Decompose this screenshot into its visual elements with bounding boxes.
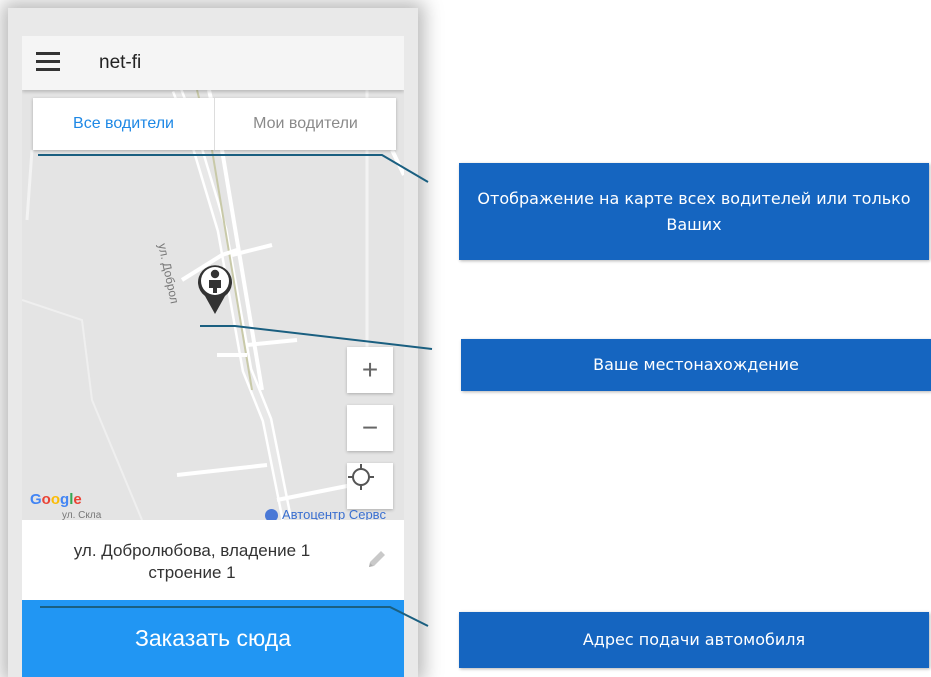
order-here-button[interactable]: Заказать сюда (22, 600, 404, 677)
address-text: ул. Добролюбова, владение 1 строение 1 (22, 540, 362, 584)
google-logo: Google (30, 491, 82, 508)
callout-your-location: Ваше местонахождение (461, 339, 931, 391)
app-bar: net-fi (22, 36, 404, 90)
zoom-out-button[interactable]: − (347, 405, 393, 451)
address-line-1: ул. Добролюбова, владение 1 (73, 541, 311, 560)
app-title: net-fi (99, 52, 142, 73)
address-line-2: строение 1 (148, 563, 236, 582)
my-location-crosshair-icon (348, 464, 374, 490)
tab-my-drivers[interactable]: Мои водители (214, 98, 396, 150)
pencil-icon[interactable] (366, 548, 388, 570)
tab-all-drivers[interactable]: Все водители (33, 98, 214, 150)
address-panel: ул. Добролюбова, владение 1 строение 1 (22, 520, 404, 600)
callout-drivers-toggle-text: Отображение на карте всех водителей или … (477, 188, 911, 234)
app-screen: net-fi Все водители Мои водители ул. Доб… (22, 36, 404, 677)
callout-pickup-address-text: Адрес подачи автомобиля (582, 630, 806, 649)
callout-pickup-address: Адрес подачи автомобиля (459, 612, 929, 668)
callout-drivers-toggle: Отображение на карте всех водителей или … (459, 163, 929, 260)
poi-label[interactable]: Автоцентр Сервс (265, 507, 386, 520)
zoom-in-button[interactable]: + (347, 347, 393, 393)
callout-your-location-text: Ваше местонахождение (593, 355, 799, 374)
hamburger-menu-icon[interactable] (36, 52, 60, 72)
drivers-filter-toggle: Все водители Мои водители (33, 98, 396, 150)
person-location-pin-icon[interactable] (194, 260, 236, 316)
street-label-bottom: ул. Скла (62, 510, 102, 520)
my-location-button[interactable] (347, 463, 393, 509)
poi-label-text: Автоцентр Сервс (282, 507, 386, 520)
poi-pin-icon (265, 509, 278, 520)
map-view[interactable]: Все водители Мои водители ул. Доброл + −… (22, 90, 404, 520)
